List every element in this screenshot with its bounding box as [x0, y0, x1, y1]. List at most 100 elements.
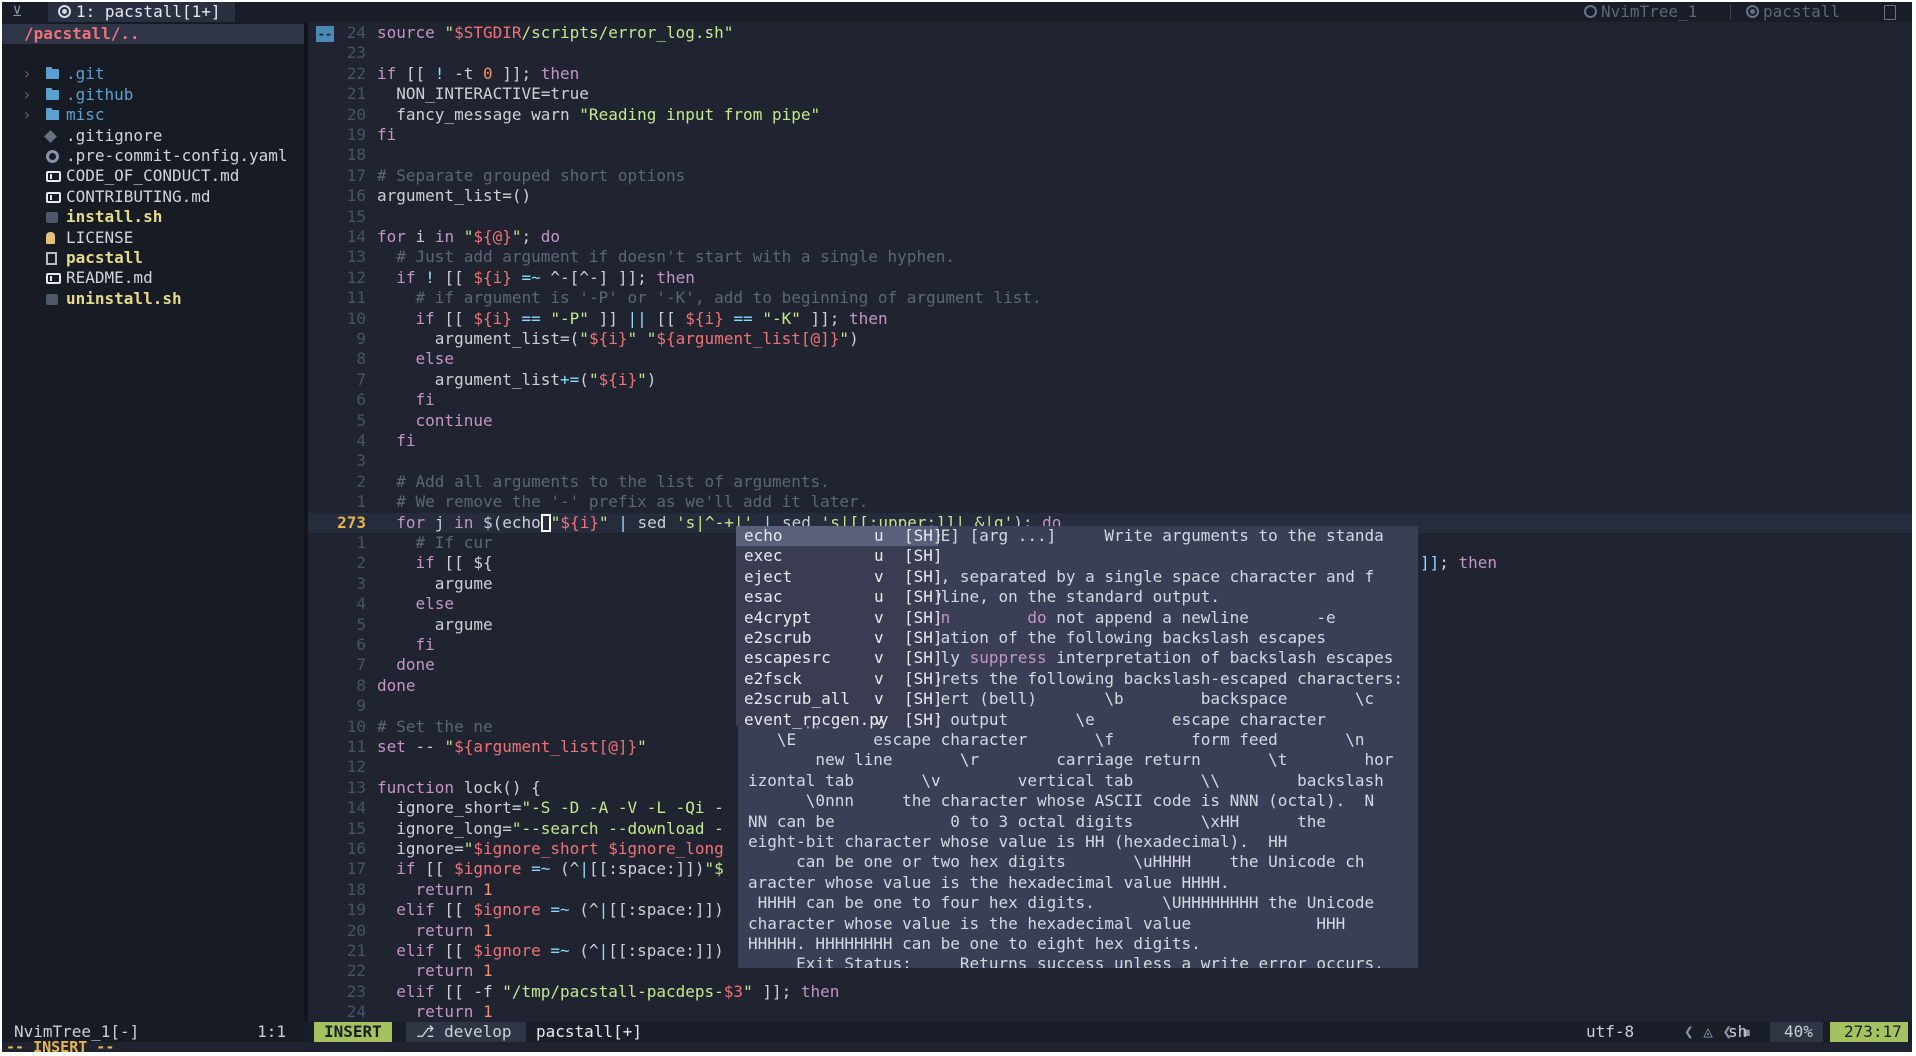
code-text: # Separate grouped short options — [377, 165, 686, 185]
tab-nvimtree[interactable]: NvimTree_1 — [1584, 2, 1697, 22]
code-text: fi — [415, 390, 435, 410]
code-line[interactable]: 10 if [[ ${i} == "-P" ]] || [[ ${i} == "… — [308, 309, 1912, 329]
completion-source: [SH] — [904, 607, 943, 627]
code-line[interactable]: 24 source "$STGDIR/scripts/error_log.sh" — [308, 23, 1912, 43]
completion-item[interactable]: event_rpcgen.py v [SH] — [736, 709, 943, 730]
nvim-window: ⊻ 1: pacstall[1+] NvimTree_1 pacstall /p… — [2, 2, 1912, 1052]
nvim-logo-icon: ⊻ — [12, 4, 23, 20]
tree-item[interactable]: CODE_OF_CONDUCT.md — [2, 166, 304, 186]
code-line[interactable]: 23 elif [[ -f "/tmp/pacstall-pacdeps-$3"… — [308, 982, 1912, 1002]
line-number: 24 — [346, 23, 366, 42]
code-text: done — [377, 675, 416, 695]
code-line[interactable]: 22 if [[ ! -t 0 ]]; then — [308, 64, 1912, 84]
command-line[interactable]: -- INSERT -- — [2, 1040, 1912, 1052]
code-line[interactable]: 2 # Add all arguments to the list of arg… — [308, 472, 1912, 492]
code-text: return 1 — [415, 961, 493, 981]
code-line[interactable]: 8 else — [308, 349, 1912, 369]
line-number: 22 — [346, 63, 366, 83]
tab-nvimtree-label: NvimTree_1 — [1601, 2, 1698, 21]
markdown-icon — [46, 273, 61, 285]
completion-name: echo — [744, 526, 783, 545]
doc-line: new line \r carriage return \t hor — [748, 750, 1394, 770]
completion-item[interactable]: esac u [SH] — [736, 587, 943, 607]
completion-item[interactable]: exec u [SH] — [736, 546, 943, 566]
completion-flag: u — [874, 526, 884, 545]
tree-item[interactable]: LICENSE — [2, 228, 304, 248]
code-line[interactable]: 3 — [308, 451, 1912, 471]
terminal-icon — [46, 293, 58, 305]
code-text: fi — [396, 431, 416, 450]
tree-item[interactable]: .pre-commit-config.yaml — [2, 146, 304, 166]
completion-item[interactable]: eject v [SH] — [736, 566, 943, 587]
completion-item[interactable]: e2fsck v [SH] — [736, 669, 943, 689]
completion-name: event_rpcgen.py — [744, 709, 889, 729]
completion-name: eject — [744, 566, 793, 586]
code-line[interactable]: 15 — [308, 207, 1912, 227]
line-number: 14 — [346, 227, 366, 246]
tree-item[interactable]: CONTRIBUTING.md — [2, 187, 304, 207]
completion-menu[interactable]: echo u [SH] exec u [SH] eject v [SH] esac u [SH] e4c… — [736, 526, 943, 729]
code-line[interactable]: 7 argument_list+=("${i}") — [308, 370, 1912, 390]
completion-flag: u — [874, 587, 884, 607]
completion-name: exec — [744, 546, 783, 566]
folder-icon — [46, 108, 59, 121]
document-icon[interactable] — [1884, 5, 1896, 20]
branch-icon: ⎇ — [416, 1022, 445, 1041]
code-line[interactable]: 23 — [308, 43, 1912, 63]
completion-item[interactable]: e2scrub_all v [SH] — [736, 689, 943, 709]
completion-item[interactable]: echo u [SH] — [736, 526, 943, 546]
line-number: 20 — [346, 104, 366, 124]
tab-active[interactable]: 1: pacstall[1+] — [48, 2, 235, 22]
line-number: 7 — [356, 369, 366, 389]
tabline: ⊻ 1: pacstall[1+] NvimTree_1 pacstall — [2, 2, 1912, 22]
tree-item[interactable]: › misc — [2, 105, 304, 125]
tree-item[interactable]: .gitignore — [2, 126, 304, 146]
code-line[interactable]: 21 NON_INTERACTIVE=true — [308, 84, 1912, 104]
line-number: 2 — [356, 553, 366, 573]
line-number: 12 — [346, 757, 366, 777]
chevron-right-icon[interactable]: › — [22, 105, 38, 125]
code-line[interactable]: 24 return 1 — [308, 1002, 1912, 1022]
circle-icon — [1584, 5, 1597, 18]
code-line[interactable]: 6 fi — [308, 390, 1912, 410]
line-number: 21 — [346, 84, 366, 104]
tree-root[interactable]: /pacstall/.. — [2, 24, 304, 44]
code-line[interactable]: 9 argument_list=("${i}" "${argument_list… — [308, 329, 1912, 349]
code-text: argume — [377, 573, 493, 593]
line-number: 4 — [356, 431, 366, 450]
code-line[interactable]: 19 fi — [308, 125, 1912, 145]
code-line[interactable]: 12 if ! [[ ${i} =~ ^-[^-] ]]; then — [308, 268, 1912, 288]
line-number: 21 — [346, 941, 366, 960]
completion-source: [SH] — [904, 648, 943, 668]
code-line[interactable]: 14 for i in "${@}"; do — [308, 227, 1912, 247]
license-icon — [46, 231, 55, 244]
code-line[interactable]: 1 # We remove the '-' prefix as we'll ad… — [308, 492, 1912, 512]
gear-icon — [46, 150, 59, 163]
tree-item[interactable]: uninstall.sh — [2, 289, 304, 309]
code-line[interactable]: 11 # if argument is '-P' or '-K', add to… — [308, 288, 1912, 308]
completion-item[interactable]: e2scrub v [SH] — [736, 628, 943, 648]
code-text: ignore="$ignore_short $ignore_long — [377, 839, 724, 858]
tree-item[interactable]: install.sh — [2, 207, 304, 227]
chevron-right-icon[interactable]: › — [22, 64, 38, 84]
code-line[interactable]: 4 fi — [308, 431, 1912, 451]
code-line[interactable]: 17 # Separate grouped short options — [308, 166, 1912, 186]
code-line[interactable]: 20 fancy_message warn "Reading input fro… — [308, 105, 1912, 125]
tree-item[interactable]: › .git — [2, 64, 304, 84]
completion-item[interactable]: e4crypt v [SH] — [736, 608, 943, 628]
completion-item[interactable]: escapesrc v [SH] — [736, 648, 943, 668]
tree-item[interactable]: pacstall — [2, 248, 304, 268]
code-text: return 1 — [415, 1002, 493, 1022]
code-line[interactable]: 13 # Just add argument if doesn't start … — [308, 247, 1912, 267]
code-line[interactable]: 18 — [308, 145, 1912, 165]
code-line[interactable]: 5 continue — [308, 411, 1912, 431]
tab-pacstall[interactable]: pacstall — [1746, 2, 1840, 22]
doc-line: HHHHH. HHHHHHHH can be one to eight hex … — [748, 934, 1201, 953]
tree-item[interactable]: › .github — [2, 85, 304, 105]
line-number: 20 — [346, 920, 366, 940]
scroll-percent: 40% — [1770, 1022, 1823, 1042]
target-circle-icon — [1746, 5, 1759, 18]
code-line[interactable]: 16 argument_list=() — [308, 186, 1912, 206]
chevron-right-icon[interactable]: › — [22, 85, 38, 105]
tree-item[interactable]: README.md — [2, 268, 304, 288]
